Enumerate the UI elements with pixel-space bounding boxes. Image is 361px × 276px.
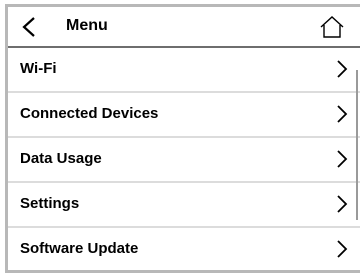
scrollbar[interactable]	[354, 48, 360, 270]
menu-item-data-usage[interactable]: Data Usage	[8, 138, 360, 183]
menu-item-settings[interactable]: Settings	[8, 183, 360, 228]
menu-item-connected-devices[interactable]: Connected Devices	[8, 93, 360, 138]
menu-screen: Menu Wi-Fi Connected Devices Data Usage …	[5, 4, 360, 273]
menu-header: Menu	[8, 7, 360, 48]
menu-item-software-update[interactable]: Software Update	[8, 228, 360, 270]
home-icon[interactable]	[319, 15, 345, 39]
menu-list: Wi-Fi Connected Devices Data Usage Setti…	[8, 48, 360, 270]
back-chevron-icon[interactable]	[21, 16, 37, 38]
chevron-right-icon	[337, 195, 348, 213]
scrollbar-thumb[interactable]	[356, 70, 358, 220]
menu-item-label: Connected Devices	[20, 105, 159, 122]
menu-item-label: Software Update	[20, 240, 139, 257]
menu-item-wifi[interactable]: Wi-Fi	[8, 48, 360, 93]
chevron-right-icon	[337, 60, 348, 78]
page-title: Menu	[66, 17, 108, 34]
menu-item-label: Wi-Fi	[20, 60, 57, 77]
menu-item-label: Settings	[20, 195, 80, 212]
menu-item-label: Data Usage	[20, 150, 102, 167]
chevron-right-icon	[337, 150, 348, 168]
chevron-right-icon	[337, 240, 348, 258]
chevron-right-icon	[337, 105, 348, 123]
